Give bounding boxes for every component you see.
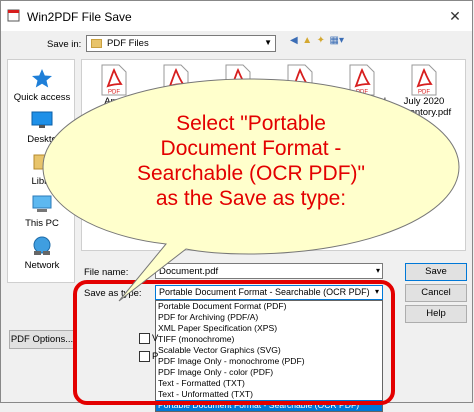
- star-icon: [32, 69, 52, 88]
- view-checkbox[interactable]: [139, 333, 150, 344]
- place-this-pc[interactable]: This PC: [8, 194, 76, 229]
- file-name: el: [378, 96, 386, 107]
- view-checkbox-label: V: [152, 333, 159, 344]
- pdf-badge: PDF: [232, 90, 244, 96]
- file-item[interactable]: PDF: [146, 64, 206, 96]
- chevron-down-icon: ▼: [264, 38, 272, 47]
- callout-line: as the Save as type:: [155, 187, 347, 210]
- file-name-label: File name:: [84, 267, 129, 278]
- computer-icon: [32, 195, 52, 212]
- callout-line: Document Format -: [160, 137, 342, 160]
- places-bar: Quick access Deskto Libra This PC Networ…: [7, 59, 75, 283]
- pdf-badge: PDF: [108, 90, 120, 96]
- file-name: Ama: [104, 96, 124, 107]
- place-network[interactable]: Network: [8, 236, 76, 271]
- up-folder-icon[interactable]: ▲: [302, 35, 312, 46]
- place-label: Libra: [31, 176, 53, 187]
- close-button[interactable]: ✕: [446, 7, 464, 25]
- file-item[interactable]: PDF: [208, 64, 268, 96]
- new-folder-icon[interactable]: ✦: [317, 35, 325, 46]
- file-item[interactable]: PDF el: [332, 64, 392, 107]
- save-in-value: PDF Files: [107, 38, 149, 49]
- file-item[interactable]: PDF: [270, 64, 330, 96]
- file-item[interactable]: PDF Ama: [84, 64, 144, 107]
- save-as-type-dropdown[interactable]: Portable Document Format - Searchable (O…: [155, 285, 383, 300]
- win2pdf-app-icon: [7, 9, 20, 22]
- save-as-type-value: Portable Document Format - Searchable (O…: [159, 287, 370, 297]
- view-menu-icon[interactable]: ▦▾: [330, 35, 344, 46]
- file-item[interactable]: PDF July 2020 Inventory.pdf: [394, 64, 454, 118]
- type-option-xps[interactable]: XML Paper Specification (XPS): [156, 323, 382, 334]
- type-option-pdfa[interactable]: PDF for Archiving (PDF/A): [156, 312, 382, 323]
- option-checkbox[interactable]: [139, 351, 150, 362]
- pdf-badge: PDF: [418, 90, 430, 96]
- pdf-file-icon: PDF: [225, 64, 251, 96]
- save-button[interactable]: Save: [405, 263, 467, 281]
- pdf-file-icon: PDF: [101, 64, 127, 96]
- pdf-file-icon: PDF: [349, 64, 375, 96]
- place-libraries[interactable]: Libra: [8, 152, 76, 187]
- place-label: This PC: [25, 218, 59, 229]
- callout-line: Select "Portable: [176, 112, 326, 135]
- type-option-image-color[interactable]: PDF Image Only - color (PDF): [156, 367, 382, 378]
- network-icon: [33, 236, 51, 255]
- pdf-badge: PDF: [170, 90, 182, 96]
- save-in-dropdown[interactable]: PDF Files ▼: [86, 35, 276, 52]
- pdf-badge: PDF: [356, 90, 368, 96]
- place-label: Network: [24, 260, 60, 271]
- option-checkbox-label: P: [152, 351, 159, 362]
- window-title: Win2PDF File Save: [27, 10, 132, 24]
- file-name-value: Document.pdf: [159, 266, 219, 277]
- navigation-toolbar: ◀ ▲ ✦ ▦▾: [290, 35, 346, 51]
- type-option-text-unformatted[interactable]: Text - Unformatted (TXT): [156, 389, 382, 400]
- title-bar: Win2PDF File Save ✕: [1, 1, 472, 31]
- pdf-options-button[interactable]: PDF Options...: [9, 330, 75, 349]
- desktop-icon: [31, 111, 53, 128]
- type-option-tiff[interactable]: TIFF (monochrome): [156, 334, 382, 345]
- folder-icon: [91, 39, 102, 48]
- pdf-file-icon: PDF: [287, 64, 313, 96]
- chevron-down-icon[interactable]: ▾: [376, 266, 380, 275]
- save-in-label: Save in:: [47, 39, 82, 50]
- library-icon: [33, 154, 51, 170]
- callout-line: Searchable (OCR PDF)": [136, 162, 366, 185]
- place-quick-access[interactable]: Quick access: [8, 68, 76, 103]
- pdf-file-icon: PDF: [411, 64, 437, 96]
- file-save-dialog: Win2PDF File Save ✕ Save in: PDF Files ▼…: [0, 0, 473, 412]
- type-option-image-mono[interactable]: PDF Image Only - monochrome (PDF): [156, 356, 382, 367]
- type-option-svg[interactable]: Scalable Vector Graphics (SVG): [156, 345, 382, 356]
- type-option-ocr-pdf[interactable]: Portable Document Format - Searchable (O…: [156, 400, 382, 411]
- pdf-file-icon: PDF: [163, 64, 189, 96]
- place-label: Quick access: [13, 92, 71, 103]
- place-desktop[interactable]: Deskto: [8, 110, 76, 145]
- save-as-type-label: Save as type:: [84, 288, 142, 299]
- type-option-text-formatted[interactable]: Text - Formatted (TXT): [156, 378, 382, 389]
- place-label: Deskto: [27, 134, 57, 145]
- pdf-badge: PDF: [294, 90, 306, 96]
- type-option-pdf[interactable]: Portable Document Format (PDF): [156, 301, 382, 312]
- callout-text: Select "Portable Document Format - Searc…: [94, 111, 408, 211]
- cancel-button[interactable]: Cancel: [405, 284, 467, 302]
- file-name-input[interactable]: Document.pdf ▾: [155, 263, 383, 279]
- save-as-type-options: Portable Document Format (PDF) PDF for A…: [155, 300, 383, 412]
- back-icon[interactable]: ◀: [290, 35, 298, 46]
- chevron-down-icon: ▾: [374, 287, 379, 296]
- help-button[interactable]: Help: [405, 305, 467, 323]
